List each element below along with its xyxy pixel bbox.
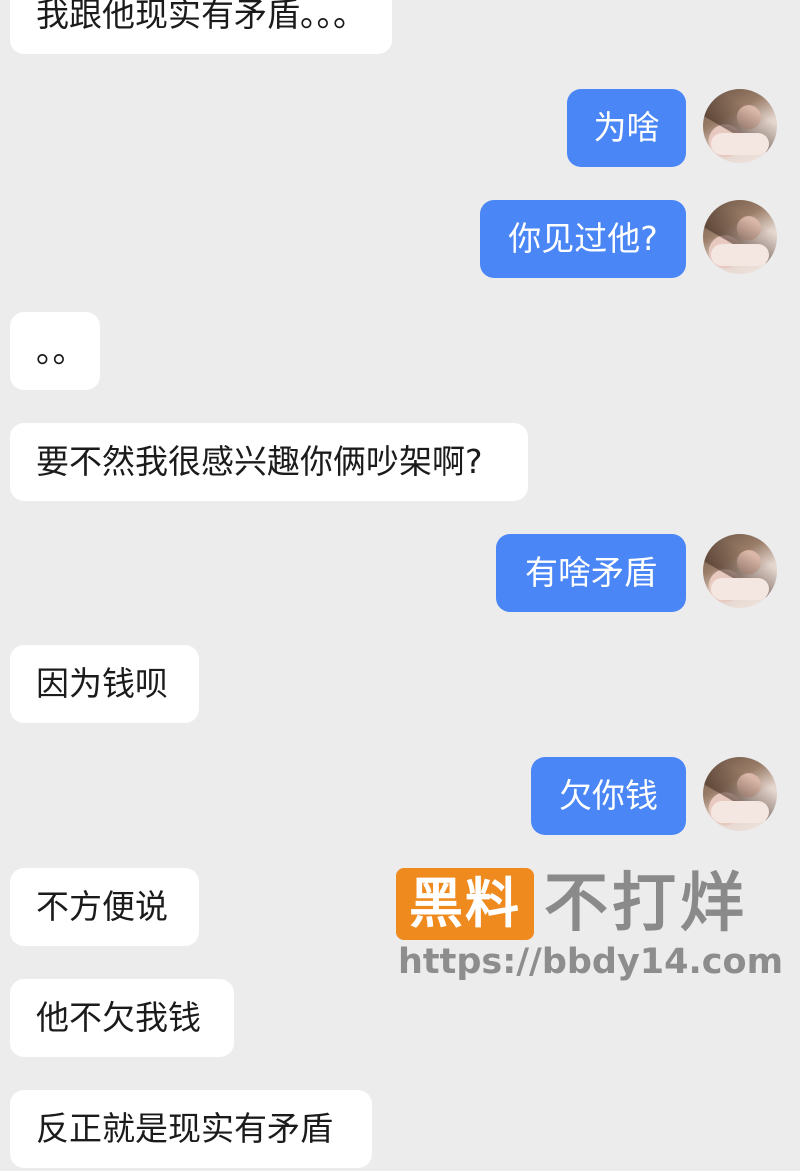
user-avatar[interactable] [703, 534, 777, 608]
user-avatar[interactable] [703, 757, 777, 831]
avatar-arm [711, 578, 769, 600]
user-avatar[interactable] [703, 200, 777, 274]
message-bubble-incoming[interactable]: 因为钱呗 [10, 645, 199, 723]
message-bubble-outgoing[interactable]: 你见过他? [480, 200, 686, 278]
avatar-arm [711, 801, 769, 823]
message-bubble-incoming[interactable]: 我跟他现实有矛盾。。。 [10, 0, 392, 54]
avatar-arm [711, 244, 769, 266]
message-bubble-incoming[interactable]: 反正就是现实有矛盾 [10, 1090, 372, 1168]
message-bubble-incoming[interactable]: 不方便说 [10, 868, 199, 946]
message-bubble-outgoing[interactable]: 有啥矛盾 [496, 534, 686, 612]
watermark-title: 不打烊 [544, 867, 748, 941]
message-bubble-incoming[interactable]: 他不欠我钱 [10, 979, 234, 1057]
avatar-arm [711, 133, 769, 155]
watermark-url: https://bbdy14.com [398, 942, 784, 982]
message-bubble-outgoing[interactable]: 为啥 [567, 89, 686, 167]
message-bubble-incoming[interactable]: 要不然我很感兴趣你俩吵架啊? [10, 423, 528, 501]
message-bubble-outgoing[interactable]: 欠你钱 [531, 757, 686, 835]
watermark: 黑料 不打烊 https://bbdy14.com [396, 864, 783, 984]
watermark-badge: 黑料 [396, 868, 534, 940]
chat-thread: 我跟他现实有矛盾。。。 为啥 你见过他? 。。 要不然我很感兴趣你俩吵架啊? 有… [0, 0, 800, 1171]
message-bubble-incoming[interactable]: 。。 [10, 312, 100, 390]
user-avatar[interactable] [703, 89, 777, 163]
